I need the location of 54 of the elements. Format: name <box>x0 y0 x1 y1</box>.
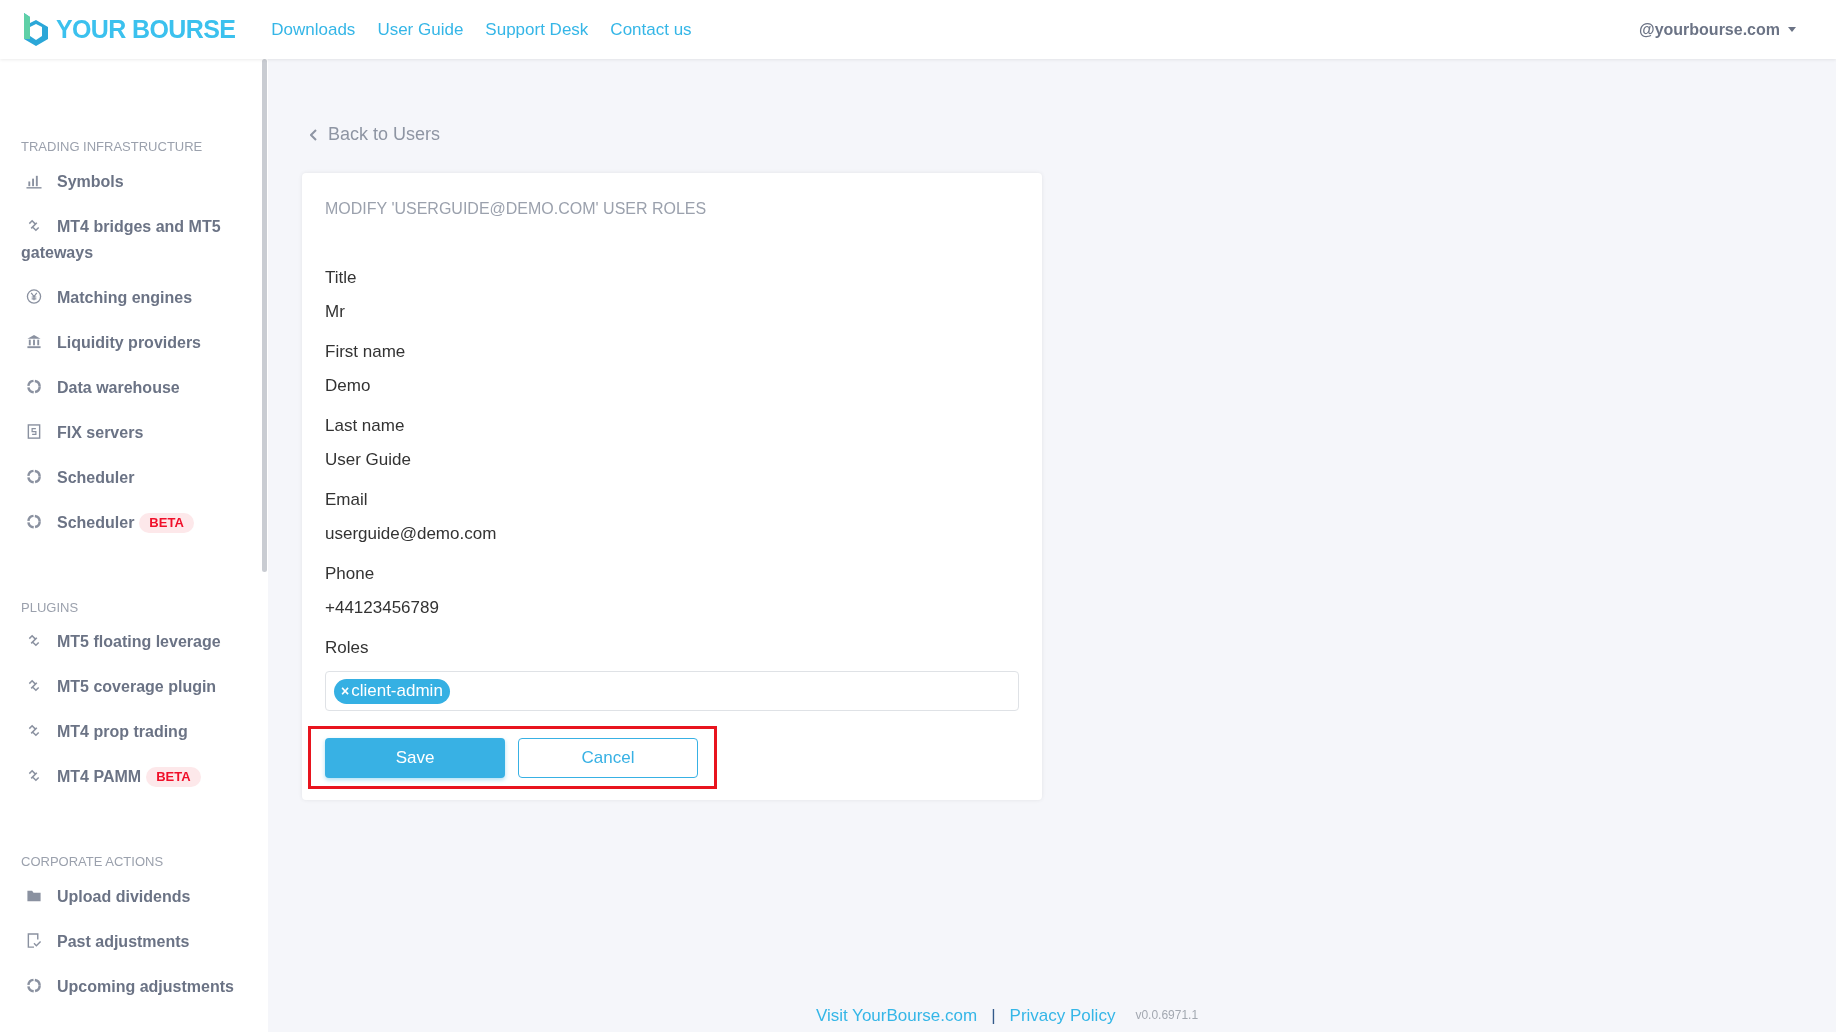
separator-text: | <box>991 1004 996 1027</box>
account-menu[interactable]: @yourbourse.com <box>1639 17 1780 42</box>
sidebar-item[interactable]: Upload dividends <box>21 883 258 910</box>
sidebar-item[interactable]: Symbols <box>21 168 258 195</box>
chevron-left-icon <box>310 128 318 141</box>
sidebar-item[interactable]: MT4 bridges and MT5 gateways <box>21 213 258 266</box>
field-value: User Guide <box>325 449 411 471</box>
document-check-icon <box>26 932 42 949</box>
sidebar-item[interactable]: Matching engines <box>21 284 258 311</box>
document-icon <box>26 423 42 440</box>
save-button[interactable]: Save <box>325 738 505 778</box>
form-title: MODIFY 'USERGUIDE@DEMO.COM' USER ROLES <box>325 199 708 219</box>
section-heading: PLUGINS <box>21 598 80 617</box>
field-label: Title <box>325 267 357 289</box>
field-label: First name <box>325 341 406 363</box>
scrollbar-thumb[interactable] <box>262 59 267 572</box>
sidebar-item[interactable]: FIX servers <box>21 419 258 446</box>
ring-icon <box>26 378 42 395</box>
yen-coin-icon <box>26 288 42 305</box>
sidebar-item[interactable]: Upcoming adjustments <box>21 973 258 1000</box>
sidebar-item[interactable]: Data warehouse <box>21 374 258 401</box>
hexagon-logo-icon <box>22 12 50 47</box>
beta-badge: BETA <box>139 512 194 533</box>
field-value: userguide@demo.com <box>325 523 497 545</box>
version-text: v0.0.6971.1 <box>1135 1007 1199 1025</box>
bank-building-icon <box>26 333 42 350</box>
field-value: Mr <box>325 301 345 323</box>
sidebar-item[interactable]: MT5 floating leverage <box>21 629 258 655</box>
back-link[interactable]: Back to Users <box>310 121 441 148</box>
field-label: Phone <box>325 563 375 585</box>
tag-label: client-admin <box>351 680 443 703</box>
beta-badge: BETA <box>146 767 201 787</box>
field-label: Roles <box>325 637 369 659</box>
roles-field[interactable]: ×client-admin <box>325 671 1019 711</box>
section-heading: TRADING INFRASTRUCTURE <box>21 138 204 156</box>
field-label: Last name <box>325 415 405 437</box>
field-value: +44123456789 <box>325 597 439 619</box>
sidebar-item[interactable]: MT5 coverage plugin <box>21 674 258 700</box>
caret-icon <box>1788 27 1796 32</box>
section-heading: CORPORATE ACTIONS <box>21 853 165 871</box>
sidebar-item[interactable]: Liquidity providers <box>21 329 258 356</box>
sidebar-item[interactable]: MT4 PAMM BETA <box>21 764 258 790</box>
ring-icon <box>26 468 42 485</box>
sidebar-item[interactable]: Scheduler <box>21 464 258 491</box>
sidebar-item[interactable]: MT4 prop trading <box>21 719 258 745</box>
sidebar-item[interactable]: Past adjustments <box>21 928 258 955</box>
field-label: Email <box>325 489 368 511</box>
remove-tag-button[interactable]: × <box>341 680 350 702</box>
field-value: Demo <box>325 375 371 397</box>
ring-icon <box>26 977 42 994</box>
logo-text: YOUR BOURSE <box>56 13 236 45</box>
sidebar-item[interactable]: Scheduler BETA <box>21 509 258 536</box>
ring-icon <box>26 513 42 530</box>
cancel-button[interactable]: Cancel <box>518 738 698 778</box>
